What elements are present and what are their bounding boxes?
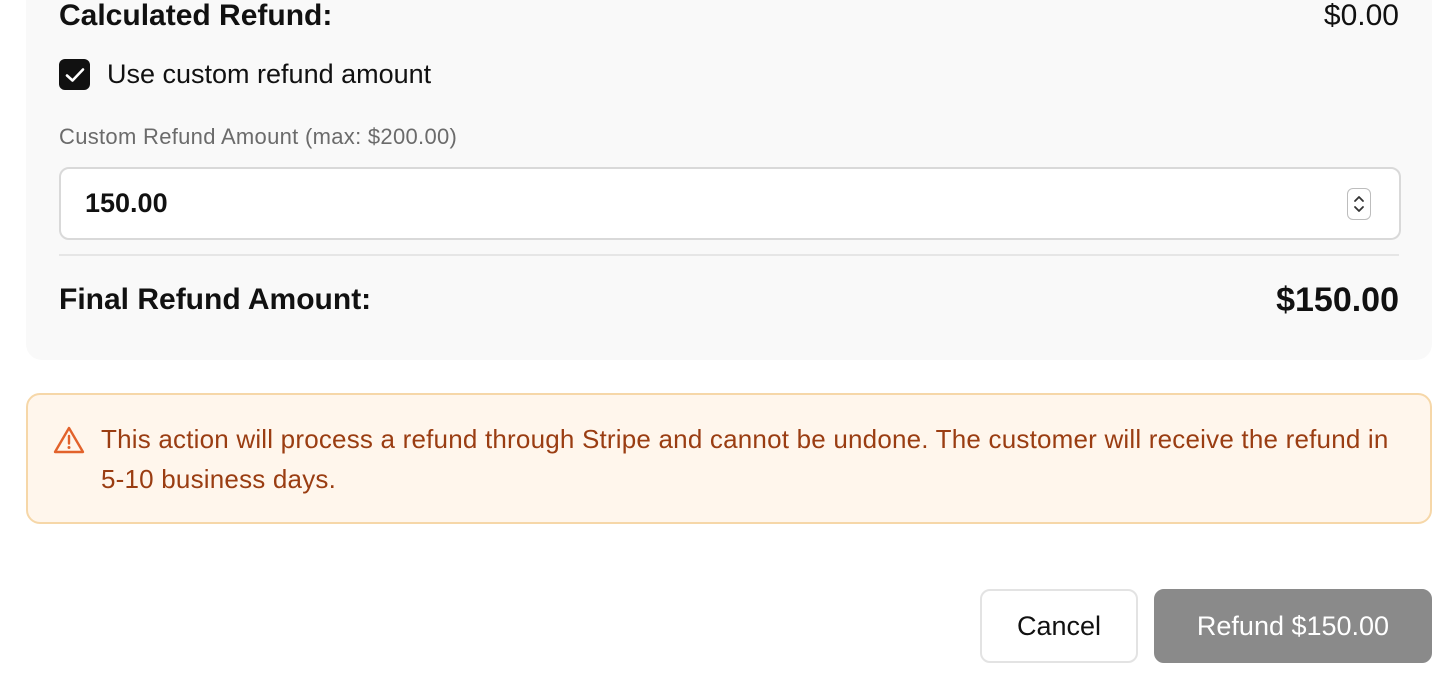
calculated-refund-value: $0.00 bbox=[1323, 0, 1399, 32]
custom-refund-amount-label: Custom Refund Amount (max: $200.00) bbox=[59, 124, 458, 149]
custom-refund-amount-field[interactable] bbox=[59, 167, 1401, 240]
refund-warning-text: This action will process a refund throug… bbox=[101, 424, 1389, 494]
final-refund-row: Final Refund Amount: $150.00 bbox=[59, 278, 1399, 322]
final-refund-label: Final Refund Amount: bbox=[59, 283, 372, 316]
custom-refund-checkbox-label[interactable]: Use custom refund amount bbox=[107, 59, 431, 90]
chevron-down-icon[interactable] bbox=[1352, 204, 1366, 214]
cancel-button[interactable]: Cancel bbox=[980, 589, 1138, 663]
calculated-refund-row: Calculated Refund: $0.00 bbox=[59, 0, 1399, 32]
refund-button[interactable]: Refund $150.00 bbox=[1154, 589, 1432, 663]
refund-warning-alert: This action will process a refund throug… bbox=[26, 393, 1432, 524]
final-refund-value: $150.00 bbox=[1276, 280, 1399, 319]
checkmark-icon bbox=[65, 67, 84, 82]
amount-stepper[interactable] bbox=[1347, 187, 1371, 220]
summary-divider bbox=[59, 254, 1399, 256]
chevron-up-icon[interactable] bbox=[1352, 194, 1366, 204]
calculated-refund-label: Calculated Refund: bbox=[59, 0, 333, 32]
custom-refund-amount-input[interactable] bbox=[61, 172, 1347, 235]
custom-refund-checkbox[interactable] bbox=[59, 59, 90, 90]
custom-refund-toggle[interactable]: Use custom refund amount bbox=[59, 58, 431, 91]
warning-triangle-icon bbox=[53, 426, 85, 454]
refund-dialog: Calculated Refund: $0.00 Use custom refu… bbox=[0, 0, 1448, 700]
